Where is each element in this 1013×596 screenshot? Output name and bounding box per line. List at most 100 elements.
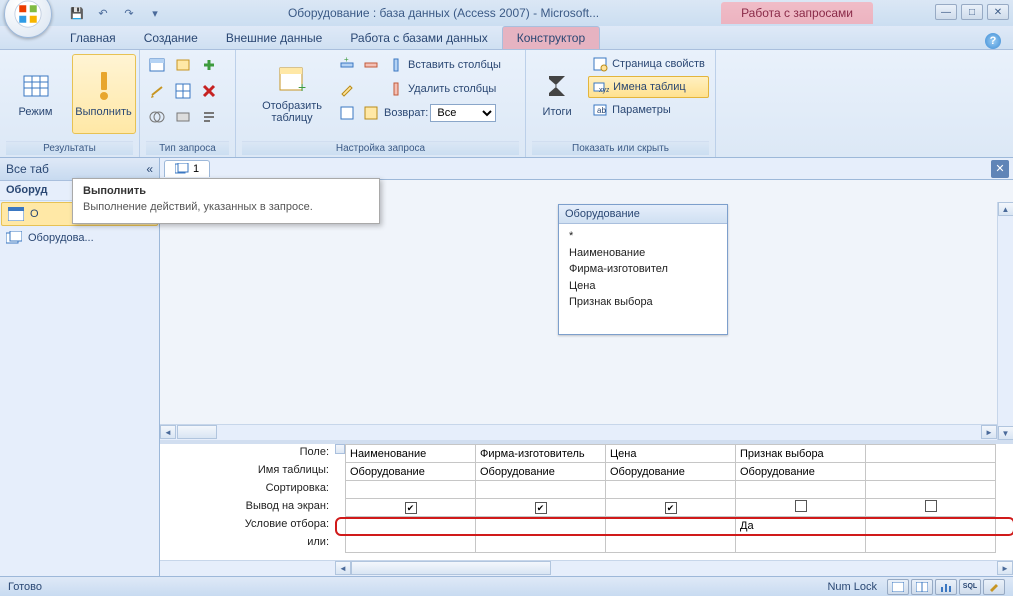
- grid-cell-criteria[interactable]: [866, 517, 996, 535]
- qt-datadef-icon[interactable]: [198, 106, 220, 128]
- field-item[interactable]: Наименование: [569, 245, 717, 262]
- field-item[interactable]: *: [569, 228, 717, 245]
- show-table-button[interactable]: + Отобразить таблицу: [256, 54, 328, 134]
- grid-scroll-right-icon[interactable]: ►: [997, 561, 1013, 575]
- qt-maketable-icon[interactable]: [172, 54, 194, 76]
- grid-cell-table[interactable]: Оборудование: [476, 463, 606, 481]
- grid-cell-show[interactable]: [866, 499, 996, 517]
- scroll-down-icon[interactable]: ▼: [998, 426, 1013, 440]
- tab-external[interactable]: Внешние данные: [212, 27, 337, 49]
- qat-undo-icon[interactable]: ↶: [92, 3, 114, 23]
- delete-rows-icon[interactable]: [360, 54, 382, 76]
- view-design-button[interactable]: [983, 579, 1005, 595]
- tab-dbtools[interactable]: Работа с базами данных: [336, 27, 501, 49]
- tab-create[interactable]: Создание: [130, 27, 212, 49]
- grid-cell-criteria[interactable]: [476, 517, 606, 535]
- grid-cell-field[interactable]: Наименование: [346, 445, 476, 463]
- vscroll-upper[interactable]: ▲ ▼: [997, 202, 1013, 440]
- grid-cell-sort[interactable]: [606, 481, 736, 499]
- insert-rows-icon[interactable]: +: [336, 54, 358, 76]
- grid-cell-table[interactable]: Оборудование: [606, 463, 736, 481]
- return-setup-icon[interactable]: [360, 102, 382, 124]
- grid-cell-sort[interactable]: [736, 481, 866, 499]
- scroll-left-icon[interactable]: ◄: [160, 425, 176, 439]
- scroll-right-icon[interactable]: ►: [981, 425, 997, 439]
- qt-union-icon[interactable]: [146, 106, 168, 128]
- qat-dropdown-icon[interactable]: ▾: [144, 3, 166, 23]
- grid-cell-table[interactable]: Оборудование: [736, 463, 866, 481]
- table-field-list[interactable]: Оборудование * Наименование Фирма-изгото…: [558, 204, 728, 335]
- grid-cell-field[interactable]: Признак выбора: [736, 445, 866, 463]
- table-names-button[interactable]: xyzИмена таблиц: [588, 76, 709, 98]
- parameters-button[interactable]: abПараметры: [588, 100, 709, 120]
- totals-button[interactable]: Итоги: [532, 54, 582, 134]
- navpane-item-query[interactable]: Оборудова...: [0, 227, 159, 249]
- grid-cell-field[interactable]: Фирма-изготовитель: [476, 445, 606, 463]
- return-all-icon[interactable]: [336, 102, 358, 124]
- close-button[interactable]: ✕: [987, 4, 1009, 20]
- delete-cols-icon: [388, 81, 404, 97]
- row-label-field: Поле:: [160, 444, 335, 462]
- spacer-icon: [360, 78, 382, 100]
- help-icon[interactable]: ?: [985, 33, 1001, 49]
- grid-cell-criteria[interactable]: [606, 517, 736, 535]
- delete-columns-button[interactable]: Удалить столбцы: [384, 78, 500, 100]
- grid-cell-field[interactable]: Цена: [606, 445, 736, 463]
- scroll-up-icon[interactable]: ▲: [998, 202, 1013, 216]
- grid-cell-or[interactable]: [606, 535, 736, 553]
- grid-scroll-left-icon[interactable]: ◄: [335, 561, 351, 575]
- grid-cell-or[interactable]: [736, 535, 866, 553]
- document-tab[interactable]: 1: [164, 160, 210, 177]
- grid-cell-sort[interactable]: [346, 481, 476, 499]
- doc-close-button[interactable]: ✕: [991, 160, 1009, 178]
- qat-save-icon[interactable]: 💾: [66, 3, 88, 23]
- grid-cell-or[interactable]: [476, 535, 606, 553]
- grid-cell-criteria[interactable]: Да: [736, 517, 866, 535]
- qt-delete-icon[interactable]: [198, 80, 220, 102]
- hscroll-thumb[interactable]: [177, 425, 217, 439]
- return-combo[interactable]: Все: [430, 104, 496, 122]
- grid-cell-show[interactable]: ✔: [606, 499, 736, 517]
- builder-icon[interactable]: [336, 78, 358, 100]
- grid-cell-field[interactable]: [866, 445, 996, 463]
- grid-cell-or[interactable]: [346, 535, 476, 553]
- maximize-button[interactable]: □: [961, 4, 983, 20]
- field-item[interactable]: Фирма-изготовител: [569, 261, 717, 278]
- grid-cell-criteria[interactable]: [346, 517, 476, 535]
- qt-crosstab-icon[interactable]: [172, 80, 194, 102]
- row-selector[interactable]: [335, 444, 345, 454]
- view-datasheet-button[interactable]: [887, 579, 909, 595]
- grid-cell-show[interactable]: [736, 499, 866, 517]
- window-title: Оборудование : база данных (Access 2007)…: [166, 6, 721, 20]
- run-button[interactable]: Выполнить: [72, 54, 136, 134]
- qt-passthrough-icon[interactable]: [172, 106, 194, 128]
- view-pivotchart-button[interactable]: [935, 579, 957, 595]
- grid-hscroll-thumb[interactable]: [351, 561, 551, 575]
- field-item[interactable]: Цена: [569, 278, 717, 295]
- qat-redo-icon[interactable]: ↷: [118, 3, 140, 23]
- grid-cell-sort[interactable]: [866, 481, 996, 499]
- grid-cell-show[interactable]: ✔: [476, 499, 606, 517]
- chevron-left-icon[interactable]: «: [146, 162, 153, 176]
- tab-design[interactable]: Конструктор: [502, 26, 600, 49]
- grid-cell-or[interactable]: [866, 535, 996, 553]
- grid-cell-show[interactable]: ✔: [346, 499, 476, 517]
- grid-cell-table[interactable]: [866, 463, 996, 481]
- qt-update-icon[interactable]: [146, 80, 168, 102]
- qt-select-icon[interactable]: [146, 54, 168, 76]
- property-sheet-button[interactable]: Страница свойств: [588, 54, 709, 74]
- minimize-button[interactable]: —: [935, 4, 957, 20]
- insert-columns-button[interactable]: Вставить столбцы: [384, 54, 505, 76]
- view-button[interactable]: Режим: [4, 54, 68, 134]
- tab-home[interactable]: Главная: [56, 27, 130, 49]
- query-design-grid[interactable]: Поле: Имя таблицы: Сортировка: Вывод на …: [160, 444, 1013, 576]
- sigma-icon: [541, 70, 573, 102]
- field-item[interactable]: Признак выбора: [569, 294, 717, 311]
- view-sql-button[interactable]: SQL: [959, 579, 981, 595]
- view-pivottable-button[interactable]: [911, 579, 933, 595]
- grid-cell-sort[interactable]: [476, 481, 606, 499]
- qt-append-icon[interactable]: [198, 54, 220, 76]
- group-label-results: Результаты: [6, 141, 133, 155]
- grid-cell-table[interactable]: Оборудование: [346, 463, 476, 481]
- table-field-list-header[interactable]: Оборудование: [559, 205, 727, 224]
